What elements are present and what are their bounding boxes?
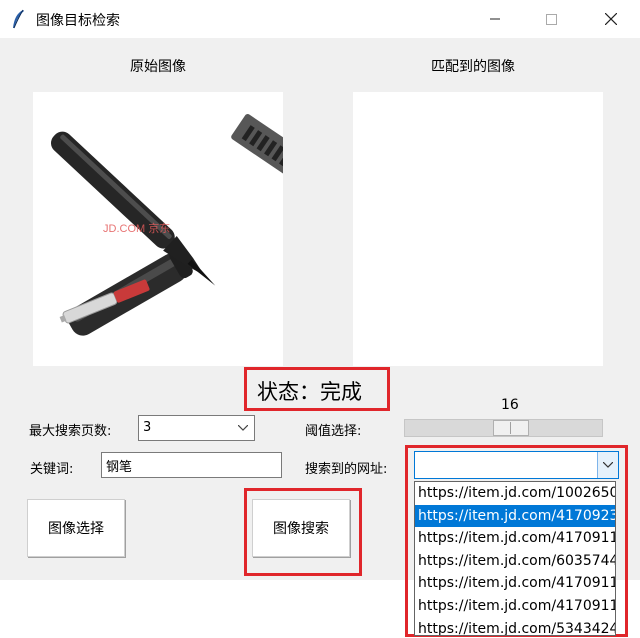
max-pages-label: 最大搜索页数:	[29, 424, 112, 439]
urls-dropdown-list[interactable]: https://item.jd.com/1002650 https://item.…	[414, 481, 616, 636]
original-image-header: 原始图像	[130, 59, 186, 75]
max-pages-combobox[interactable]: 3	[138, 415, 255, 441]
fountain-pen-image: JD.COM 京东	[50, 114, 346, 336]
threshold-value: 16	[501, 397, 519, 413]
close-icon	[605, 13, 617, 25]
status-text: 状态：完成	[257, 380, 362, 404]
url-list-item[interactable]: https://item.jd.com/1002650	[415, 482, 615, 505]
window-title: 图像目标检索	[36, 13, 120, 29]
url-list-item[interactable]: https://item.jd.com/4170911	[415, 595, 615, 618]
max-pages-value: 3	[143, 420, 152, 435]
urls-label: 搜索到的网址:	[305, 462, 388, 477]
matched-image-panel	[353, 92, 603, 366]
minimize-icon	[490, 18, 500, 20]
url-list-item[interactable]: https://item.jd.com/4170911	[415, 527, 615, 550]
chevron-down-icon	[238, 425, 248, 431]
keyword-label: 关键词:	[30, 462, 74, 477]
url-list-item[interactable]: https://item.jd.com/6035744	[415, 550, 615, 573]
threshold-label: 阈值选择:	[305, 424, 362, 439]
search-image-button[interactable]: 图像搜索	[252, 499, 350, 557]
urls-combobox[interactable]	[414, 451, 619, 479]
url-list-item[interactable]: https://item.jd.com/4170923	[415, 504, 615, 528]
title-bar: 图像目标检索	[0, 0, 640, 38]
urls-dropdown-button[interactable]	[597, 452, 618, 478]
select-image-button[interactable]: 图像选择	[27, 499, 125, 557]
threshold-slider[interactable]	[404, 419, 603, 437]
minimize-button[interactable]	[472, 0, 518, 38]
feather-icon	[13, 9, 24, 29]
slider-handle[interactable]	[493, 420, 529, 436]
url-list-item[interactable]: https://item.jd.com/4170911	[415, 572, 615, 595]
maximize-icon	[545, 13, 557, 25]
close-button[interactable]	[588, 0, 634, 38]
watermark: JD.COM 京东	[103, 221, 170, 235]
maximize-button[interactable]	[528, 0, 574, 38]
original-image-panel: JD.COM 京东	[33, 92, 346, 366]
chevron-down-icon	[603, 461, 613, 468]
keyword-input[interactable]: 钢笔	[101, 452, 282, 478]
url-list-item[interactable]: https://item.jd.com/5343424	[415, 618, 615, 635]
matched-image-header: 匹配到的图像	[431, 59, 515, 75]
